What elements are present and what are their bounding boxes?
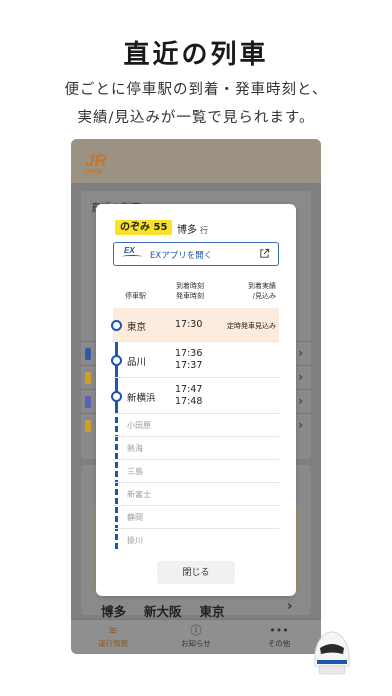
route-stations[interactable]: 博多 新大阪 東京 › xyxy=(101,599,292,620)
train-line-icon: ≋ xyxy=(108,624,118,637)
tab-bar: ≋ 運行情報 ⓘ お知らせ ••• その他 xyxy=(71,619,321,654)
header-result: 到着実績 /見込み xyxy=(248,281,276,301)
stop-marker xyxy=(111,320,122,331)
close-button[interactable]: 閉じる xyxy=(157,561,235,584)
stop-arrival-time: 17:36 xyxy=(175,348,203,359)
station-label: 博多 xyxy=(101,604,127,619)
header-arrival-result: 到着実績 xyxy=(248,282,276,290)
stop-row: 三島 xyxy=(113,460,279,483)
stop-row: 静岡 xyxy=(113,506,279,529)
chevron-right-icon: › xyxy=(298,346,303,360)
shinkansen-icon xyxy=(314,631,350,675)
chevron-right-icon: › xyxy=(298,370,303,384)
header-times: 到着時刻 発車時刻 xyxy=(176,281,204,301)
stop-station: 新横浜 xyxy=(127,393,156,404)
ex-logo-icon: EX xyxy=(122,246,142,261)
promo-title: 直近の列車 xyxy=(123,40,269,70)
stop-time: 17:30 xyxy=(175,319,203,330)
stop-station: 三島 xyxy=(127,467,143,476)
stop-result: 定時発車見込み xyxy=(227,322,276,330)
stop-time: 17:47 17:48 xyxy=(175,384,202,408)
tab-notices[interactable]: ⓘ お知らせ xyxy=(156,624,236,649)
open-ex-app-button[interactable]: EX EXアプリを開く xyxy=(113,242,279,266)
stop-station: 熱海 xyxy=(127,444,143,453)
tab-operation-info[interactable]: ≋ 運行情報 xyxy=(73,624,153,649)
station-label: 東京 xyxy=(199,604,225,619)
train-name-badge: のぞみ 55 xyxy=(115,220,173,235)
destination: 博多行 xyxy=(177,221,208,236)
stop-station: 小田原 xyxy=(127,421,151,430)
destination-suffix: 行 xyxy=(200,226,208,235)
chevron-right-icon: › xyxy=(298,418,303,432)
stop-arrival-time: 17:47 xyxy=(175,384,203,395)
open-ex-app-label: EXアプリを開く xyxy=(150,251,213,261)
chevron-right-icon: › xyxy=(298,394,303,408)
tab-label: 運行情報 xyxy=(98,639,128,648)
train-detail-modal: のぞみ 55 博多行 EX EXアプリを開く 停車駅 到着時刻 発車時刻 到着実… xyxy=(96,204,296,596)
promo-subtitle-line1: 便ごとに停車駅の到着・発車時刻と、 xyxy=(64,82,328,98)
jr-logo: JR JR東海 xyxy=(85,151,107,175)
header-arrival-time: 到着時刻 xyxy=(176,282,204,290)
info-icon: ⓘ xyxy=(190,624,202,637)
stop-row: 小田原 xyxy=(113,414,279,437)
stop-row: 東京 17:30 定時発車見込み xyxy=(113,308,279,342)
stop-station: 品川 xyxy=(127,357,147,368)
stop-station: 静岡 xyxy=(127,513,143,522)
stop-row: 新富士 xyxy=(113,483,279,506)
stop-station: 新富士 xyxy=(127,490,151,499)
station-label: 新大阪 xyxy=(144,604,182,619)
stop-row: 熱海 xyxy=(113,437,279,460)
tab-label: お知らせ xyxy=(181,639,211,648)
tab-label: その他 xyxy=(267,639,291,648)
external-link-icon xyxy=(260,248,270,258)
stop-row: 掛川 xyxy=(113,529,279,552)
stop-marker xyxy=(111,391,122,402)
chevron-right-icon: › xyxy=(287,599,293,614)
header-forecast: /見込み xyxy=(252,292,276,300)
promo-subtitle-line2: 実績/見込みが一覧で見られます。 xyxy=(77,110,315,126)
app-header: JR JR東海 xyxy=(71,139,321,183)
header-station: 停車駅 xyxy=(125,292,146,300)
stop-time: 17:36 17:37 xyxy=(175,348,202,372)
stop-station: 掛川 xyxy=(127,536,143,545)
stop-row: 品川 17:36 17:37 xyxy=(113,342,279,378)
destination-name: 博多 xyxy=(177,225,197,236)
stop-row: 新横浜 17:47 17:48 xyxy=(113,378,279,414)
stop-departure-time: 17:37 xyxy=(175,360,203,371)
stop-marker xyxy=(111,355,122,366)
stop-departure-time: 17:48 xyxy=(175,396,203,407)
header-departure-time: 発車時刻 xyxy=(176,292,204,300)
stop-station: 東京 xyxy=(127,322,147,333)
